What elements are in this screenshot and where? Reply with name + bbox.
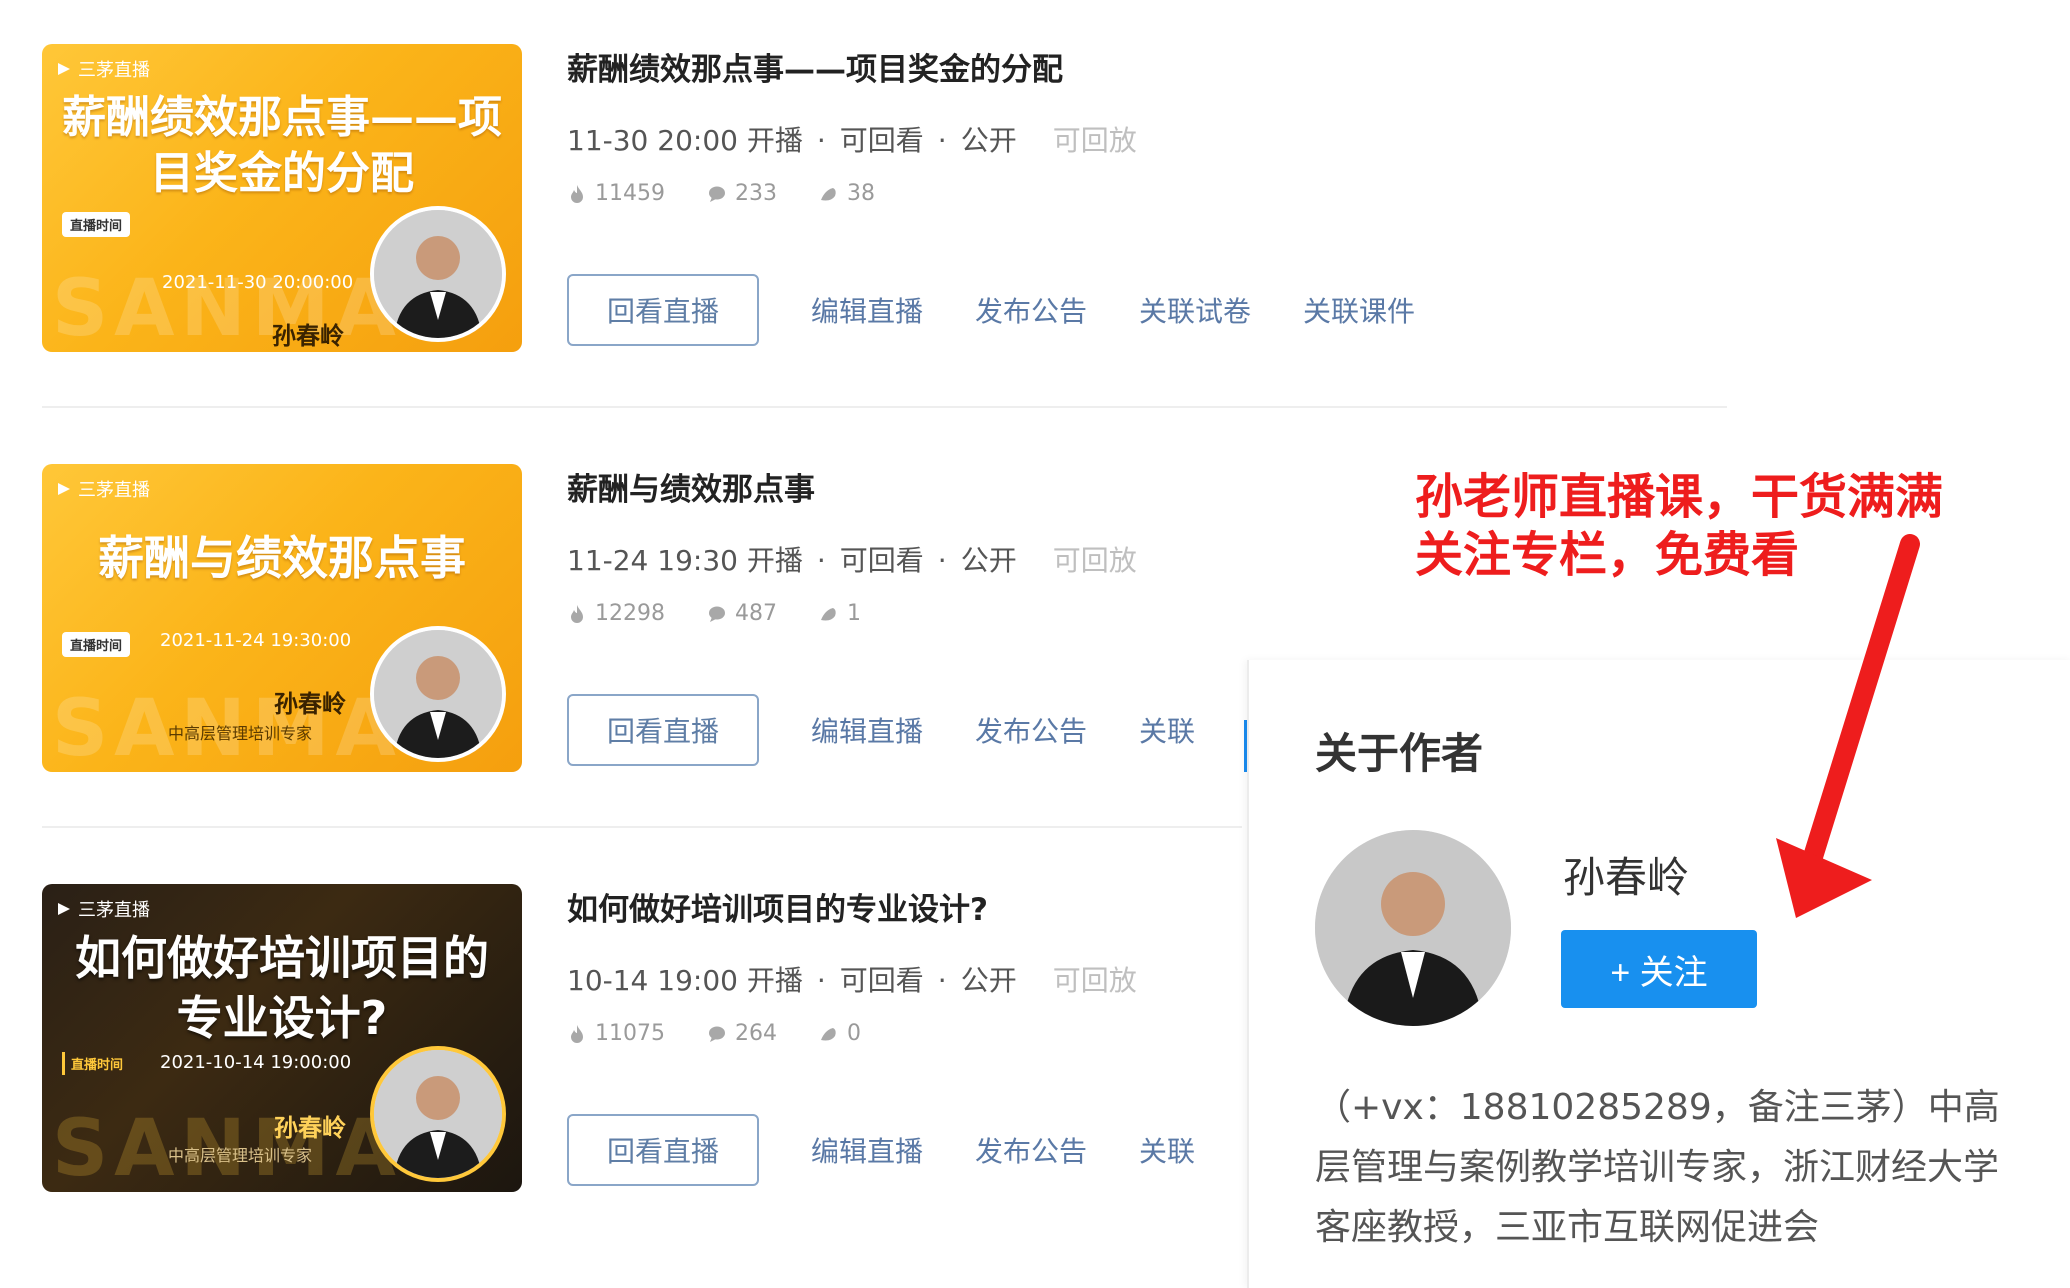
visibility-label: 公开 (960, 124, 1017, 157)
publish-announcement-link[interactable]: 发布公告 (975, 290, 1087, 330)
host-subtitle: 中高层管理培训专家 (168, 1146, 313, 1165)
row-divider (42, 826, 1242, 828)
replay-live-button[interactable]: 回看直播 (567, 274, 759, 346)
course-info: 薪酬绩效那点事——项目奖金的分配 11-30 20:00 开播 · 可回看 · 公开 可回… (567, 44, 1727, 206)
sanmao-logo-icon (58, 63, 70, 75)
row-divider (42, 406, 1727, 408)
thumbnail-title: 如何做好培训项目的 专业设计? (42, 928, 522, 1048)
views-stat: 12298 (567, 601, 665, 626)
host-subtitle: 中高层管理培训专家 (168, 724, 313, 743)
edit-live-link[interactable]: 编辑直播 (811, 290, 923, 330)
follow-button[interactable]: + 关注 (1561, 930, 1757, 1008)
callout-line1: 孙老师直播课，干货满满 (1415, 469, 1944, 525)
thumb-icon (821, 187, 836, 200)
playback-label: 可回看 (839, 544, 924, 577)
visibility-label: 公开 (960, 964, 1017, 997)
comment-icon (709, 606, 725, 622)
course-row: 三茅直播 SANMAO 薪酬绩效那点事——项目奖金的分配 直播时间 2021-1… (42, 0, 1727, 420)
visibility-label: 公开 (960, 544, 1017, 577)
author-name[interactable]: 孙春岭 (1563, 844, 1689, 905)
sanmao-logo-icon (58, 903, 70, 915)
course-stats: 12298 487 1 (567, 601, 1727, 626)
link-courseware-link[interactable]: 关联课件 (1303, 290, 1415, 330)
live-time-tag: 直播时间 (62, 212, 131, 237)
thumbnail-title: 薪酬绩效那点事——项目奖金的分配 (62, 92, 502, 199)
author-bio: （+vx：18810285289，备注三茅）中高层管理与案例教学培训专家，浙江财… (1315, 1087, 2000, 1248)
red-arrow-icon (1776, 534, 1920, 918)
thumbnail-title: 薪酬与绩效那点事 (98, 531, 466, 585)
live-time-tag: 直播时间 (62, 1052, 129, 1075)
course-stats: 11459 233 38 (567, 181, 1727, 206)
brand-label: 三茅直播 (56, 476, 150, 502)
replay-status: 可回放 (1052, 124, 1137, 157)
comments-stat: 233 (707, 181, 777, 206)
replay-live-button[interactable]: 回看直播 (567, 694, 759, 766)
thumb-icon (821, 1027, 836, 1040)
edit-live-link[interactable]: 编辑直播 (811, 710, 923, 750)
person-icon (1315, 830, 1511, 1026)
host-name: 孙春岭 (272, 322, 344, 350)
host-name: 孙春岭 (274, 690, 346, 718)
comments-stat: 264 (707, 1021, 777, 1046)
person-icon (374, 1050, 502, 1178)
course-meta: 11-30 20:00 开播 · 可回看 · 公开 可回放 (567, 124, 1137, 157)
publish-announcement-link[interactable]: 发布公告 (975, 710, 1087, 750)
link-exam-link[interactable]: 关联试卷 (1139, 290, 1251, 330)
course-date: 11-30 20:00 开播 (567, 124, 803, 157)
playback-label: 可回看 (839, 124, 924, 157)
course-thumbnail[interactable]: 三茅直播 SANMAO 如何做好培训项目的 专业设计? 直播时间 2021-10… (42, 884, 522, 1192)
live-time-tag: 直播时间 (62, 632, 131, 657)
host-name: 孙春岭 (274, 1114, 346, 1142)
thumbnail-title-line2: 专业设计? (176, 991, 388, 1045)
course-date: 10-14 19:00 开播 (567, 964, 803, 997)
thumbnail-title-line1: 如何做好培训项目的 (75, 931, 489, 985)
brand-label: 三茅直播 (56, 56, 150, 82)
replay-status: 可回放 (1052, 964, 1137, 997)
replay-live-button[interactable]: 回看直播 (567, 1114, 759, 1186)
person-icon (374, 210, 502, 338)
course-date: 11-24 19:30 开播 (567, 544, 803, 577)
comments-stat: 487 (707, 601, 777, 626)
person-icon (374, 630, 502, 758)
course-thumbnail[interactable]: 三茅直播 SANMAO 薪酬与绩效那点事 直播时间 2021-11-24 19:… (42, 464, 522, 772)
live-time: 2021-10-14 19:00:00 (160, 1052, 352, 1073)
likes-stat: 38 (819, 181, 875, 206)
likes-stat: 0 (819, 1021, 861, 1046)
flame-icon (571, 184, 583, 203)
brand-label: 三茅直播 (56, 896, 150, 922)
author-avatar[interactable] (1315, 830, 1511, 1026)
comment-icon (709, 186, 725, 202)
about-author-title: 关于作者 (1315, 729, 1484, 778)
views-stat: 11459 (567, 181, 665, 206)
brand-text: 三茅直播 (78, 900, 150, 921)
link-exam-link[interactable]: 关联 (1139, 710, 1195, 750)
about-author-panel: 关于作者 孙春岭 + 关注 （+vx：18810285289，备注三茅）中高层管… (1247, 660, 2070, 1288)
views-stat: 11075 (567, 1021, 665, 1046)
publish-announcement-link[interactable]: 发布公告 (975, 1130, 1087, 1170)
host-portrait (370, 626, 506, 762)
course-title[interactable]: 薪酬绩效那点事——项目奖金的分配 (567, 44, 1727, 89)
link-exam-link[interactable]: 关联 (1139, 1130, 1195, 1170)
replay-status: 可回放 (1052, 544, 1137, 577)
live-time: 2021-11-30 20:00:00 (162, 272, 354, 293)
sanmao-logo-icon (58, 483, 70, 495)
host-portrait (370, 206, 506, 342)
flame-icon (571, 1024, 583, 1043)
live-time: 2021-11-24 19:30:00 (160, 630, 352, 651)
brand-text: 三茅直播 (78, 480, 150, 501)
comment-icon (709, 1026, 725, 1042)
playback-label: 可回看 (839, 964, 924, 997)
edit-live-link[interactable]: 编辑直播 (811, 1130, 923, 1170)
likes-stat: 1 (819, 601, 861, 626)
course-thumbnail[interactable]: 三茅直播 SANMAO 薪酬绩效那点事——项目奖金的分配 直播时间 2021-1… (42, 44, 522, 352)
brand-text: 三茅直播 (78, 60, 150, 81)
flame-icon (571, 604, 583, 623)
host-portrait (370, 1046, 506, 1182)
course-actions: 回看直播 编辑直播 发布公告 关联试卷 关联课件 (567, 274, 1727, 346)
thumb-icon (821, 607, 836, 620)
